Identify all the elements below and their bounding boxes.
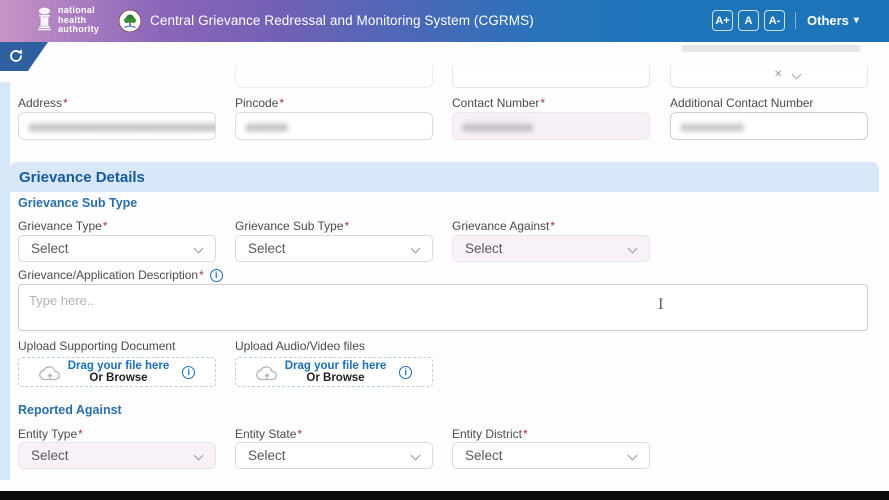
- chevron-down-icon: [627, 450, 638, 461]
- blurred-value: xxxxxxxxxxxxxxxxxxxxxxxxxxxxxx: [29, 118, 215, 134]
- header-divider: [795, 12, 796, 29]
- entity-type-label: Entity Type *: [18, 427, 83, 441]
- chevron-down-icon: [410, 243, 421, 254]
- upload-cloud-icon: [255, 365, 277, 380]
- chevron-down-icon: [193, 243, 204, 254]
- nha-logo: national health authority: [37, 5, 100, 35]
- grievance-details-section-header: Grievance Details: [10, 162, 879, 192]
- blurred-value: xxxxxx: [246, 118, 288, 134]
- cutoff-field[interactable]: [235, 66, 433, 88]
- upload-texts: Drag your file here Or Browse: [284, 360, 387, 384]
- page-title: Central Grievance Redressal and Monitori…: [150, 13, 534, 28]
- info-icon[interactable]: i: [209, 268, 223, 282]
- additional-contact-input[interactable]: xxxxxxxxx: [670, 112, 868, 140]
- font-size-controls: A+ A A-: [712, 10, 785, 31]
- upload-document-label: Upload Supporting Document: [18, 339, 176, 353]
- cgrms-page: national health authority Central Grieva…: [0, 0, 889, 500]
- refresh-tab[interactable]: [0, 42, 48, 71]
- grievance-against-label: Grievance Against *: [452, 219, 556, 233]
- pincode-input[interactable]: xxxxxx: [235, 112, 433, 140]
- upload-audio-video-label: Upload Audio/Video files: [235, 339, 365, 353]
- font-decrease-button[interactable]: A-: [764, 10, 785, 31]
- entity-state-label: Entity State *: [235, 427, 303, 441]
- refresh-icon: [10, 49, 23, 62]
- cutoff-select[interactable]: ✕: [670, 66, 868, 88]
- description-textarea[interactable]: [18, 284, 868, 331]
- pincode-label: Pincode *: [235, 96, 285, 110]
- bottom-black-bar: [0, 491, 889, 500]
- contact-number-label: Contact Number *: [452, 96, 546, 110]
- upload-texts: Drag your file here Or Browse: [67, 360, 170, 384]
- entity-district-select[interactable]: Select: [452, 442, 650, 469]
- cutoff-field[interactable]: [452, 66, 650, 88]
- chevron-down-icon: [193, 450, 204, 461]
- left-accent-strip: [0, 82, 10, 480]
- others-label: Others: [807, 13, 849, 28]
- chevron-down-icon: [410, 450, 421, 461]
- ashoka-emblem-icon: [38, 7, 51, 31]
- partially-scrolled-element: [681, 45, 861, 52]
- chevron-down-icon: ▾: [853, 15, 859, 26]
- description-label: Grievance/Application Description * i: [18, 268, 223, 282]
- cgrms-tree-logo-icon: [118, 9, 142, 33]
- grievance-type-label: Grievance Type *: [18, 219, 108, 233]
- grievance-sub-type-select[interactable]: Select: [235, 235, 433, 262]
- clear-icon[interactable]: ✕: [774, 69, 782, 80]
- contact-number-input[interactable]: xxxxxxxxxx: [452, 112, 650, 140]
- font-normal-button[interactable]: A: [738, 10, 759, 31]
- grievance-against-select[interactable]: Select: [452, 235, 650, 262]
- others-menu[interactable]: Others ▾: [807, 13, 859, 28]
- upload-cloud-icon: [38, 365, 60, 380]
- upload-document-dropzone[interactable]: Drag your file here Or Browse i: [18, 357, 216, 387]
- info-icon[interactable]: i: [399, 365, 413, 379]
- blurred-value: xxxxxxxxxx: [463, 118, 533, 134]
- upload-audio-video-dropzone[interactable]: Drag your file here Or Browse i: [235, 357, 433, 387]
- blurred-value: xxxxxxxxx: [681, 118, 744, 134]
- reported-against-heading: Reported Against: [18, 403, 122, 417]
- chevron-down-icon: [627, 243, 638, 254]
- app-header: national health authority Central Grieva…: [0, 0, 889, 42]
- font-increase-button[interactable]: A+: [712, 10, 733, 31]
- address-input[interactable]: xxxxxxxxxxxxxxxxxxxxxxxxxxxxxx: [18, 112, 216, 140]
- chevron-down-icon: [791, 69, 802, 80]
- grievance-sub-type-label: Grievance Sub Type *: [235, 219, 350, 233]
- entity-state-select[interactable]: Select: [235, 442, 433, 469]
- additional-contact-label: Additional Contact Number*: [670, 96, 814, 110]
- grievance-type-select[interactable]: Select: [18, 235, 216, 262]
- brand-text: national health authority: [58, 5, 100, 34]
- entity-type-select[interactable]: Select: [18, 442, 216, 469]
- grievance-sub-type-heading: Grievance Sub Type: [18, 196, 138, 210]
- address-label: Address *: [18, 96, 68, 110]
- info-icon[interactable]: i: [182, 365, 196, 379]
- entity-district-label: Entity District *: [452, 427, 528, 441]
